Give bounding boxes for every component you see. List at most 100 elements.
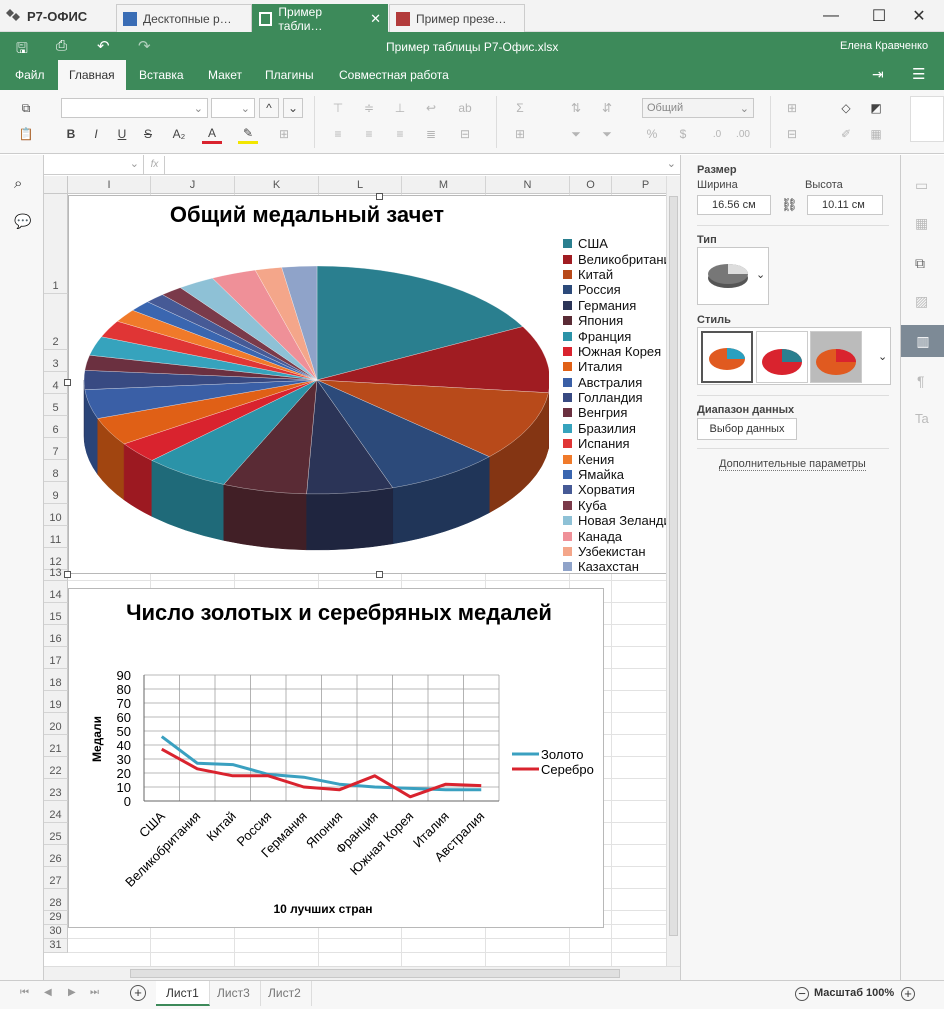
row-header[interactable]: 20: [44, 713, 68, 735]
line-chart[interactable]: Число золотых и серебряных медалей 0 10 20…: [68, 588, 604, 928]
search-icon[interactable]: ⌕: [14, 175, 22, 192]
italic-button[interactable]: I: [86, 124, 106, 144]
column-header[interactable]: I: [68, 176, 151, 194]
first-sheet-icon[interactable]: ⏮: [20, 987, 29, 998]
clear-icon[interactable]: ◇: [836, 98, 856, 118]
underline-button[interactable]: U: [112, 124, 132, 144]
sort-ascending-icon[interactable]: ⇅: [566, 98, 586, 118]
function-icon[interactable]: fx: [145, 156, 165, 174]
undo-icon[interactable]: ↶: [97, 37, 110, 55]
row-header[interactable]: 17: [44, 647, 68, 669]
delete-cells-icon[interactable]: ⊟: [782, 124, 802, 144]
paste-icon[interactable]: 📋: [16, 124, 36, 144]
row-header[interactable]: 5: [44, 394, 68, 416]
sort-descending-icon[interactable]: ⇵: [597, 98, 617, 118]
align-top-icon[interactable]: ⊤: [328, 98, 348, 118]
decrease-decimal-icon[interactable]: .0: [707, 124, 727, 144]
row-header[interactable]: 26: [44, 845, 68, 867]
column-header[interactable]: M: [402, 176, 486, 194]
tab-collaboration[interactable]: Совместная работа: [328, 60, 460, 90]
row-header[interactable]: 3: [44, 350, 68, 372]
vertical-scrollbar[interactable]: [666, 176, 680, 966]
chevron-down-icon[interactable]: ⌄: [878, 350, 887, 363]
row-header[interactable]: 21: [44, 735, 68, 757]
cell-settings-icon[interactable]: ▭: [915, 177, 928, 194]
align-left-icon[interactable]: ≡: [328, 124, 348, 144]
next-sheet-icon[interactable]: ▶: [68, 987, 76, 998]
align-middle-icon[interactable]: ≑: [359, 98, 379, 118]
chart-settings-icon[interactable]: ▥: [901, 325, 944, 357]
row-header[interactable]: 2: [44, 294, 68, 350]
close-icon[interactable]: ✕: [370, 11, 381, 27]
shape-settings-icon[interactable]: ⧉: [915, 255, 925, 272]
link-icon[interactable]: ⛓: [781, 197, 798, 213]
advanced-settings-link[interactable]: Дополнительные параметры: [719, 458, 866, 471]
insert-cells-icon[interactable]: ⊞: [782, 98, 802, 118]
tab-file[interactable]: Файл: [4, 60, 56, 90]
row-header[interactable]: 25: [44, 823, 68, 845]
merge-cells-icon[interactable]: ⊟: [455, 124, 475, 144]
column-header[interactable]: K: [235, 176, 319, 194]
chart-style-gallery[interactable]: ⌄: [697, 327, 891, 385]
formula-input[interactable]: ⌄: [166, 155, 680, 175]
table-settings-icon[interactable]: ▦: [915, 215, 928, 232]
row-header[interactable]: 14: [44, 581, 68, 603]
currency-icon[interactable]: $: [673, 124, 693, 144]
image-settings-icon[interactable]: ▨: [915, 293, 928, 310]
row-header[interactable]: 23: [44, 779, 68, 801]
select-data-button[interactable]: Выбор данных: [697, 418, 797, 440]
copy-icon[interactable]: ⧉: [16, 98, 36, 118]
row-header[interactable]: 11: [44, 526, 68, 548]
sheet-tab-3[interactable]: Лист3: [207, 981, 261, 1006]
style-option-1[interactable]: [701, 331, 753, 383]
row-header[interactable]: 30: [44, 925, 68, 939]
named-ranges-icon[interactable]: ⊞: [510, 124, 530, 144]
row-header[interactable]: 29: [44, 911, 68, 925]
column-header[interactable]: O: [570, 176, 612, 194]
decrease-font-button[interactable]: ⌄: [283, 98, 303, 118]
resize-handle[interactable]: [376, 571, 383, 578]
minimize-button[interactable]: —: [808, 0, 854, 32]
clear-filter-icon[interactable]: ⏷: [597, 124, 617, 144]
sum-icon[interactable]: Σ: [510, 98, 530, 118]
row-header[interactable]: 22: [44, 757, 68, 779]
font-color-button[interactable]: A: [202, 124, 222, 144]
row-header[interactable]: 16: [44, 625, 68, 647]
spreadsheet-grid[interactable]: IJKLMNOP 1 2 3 4 5 6 7 8 9 10 11 12 13 14 15 16 17 18 19 20…: [44, 176, 680, 966]
chart-type-select[interactable]: ⌄: [697, 247, 769, 305]
sheet-tab-2[interactable]: Лист2: [258, 981, 312, 1006]
row-header[interactable]: 19: [44, 691, 68, 713]
column-header[interactable]: J: [151, 176, 235, 194]
add-sheet-icon[interactable]: +: [130, 985, 146, 1001]
row-header[interactable]: 24: [44, 801, 68, 823]
row-header[interactable]: 15: [44, 603, 68, 625]
tab-spreadsheet[interactable]: Пример табли… ✕: [252, 4, 388, 33]
font-size-select[interactable]: ⌄: [211, 98, 255, 118]
prev-sheet-icon[interactable]: ◀: [44, 987, 52, 998]
justify-icon[interactable]: ≣: [421, 124, 441, 144]
align-bottom-icon[interactable]: ⊥: [390, 98, 410, 118]
row-header[interactable]: 7: [44, 438, 68, 460]
tab-home[interactable]: Главная: [58, 60, 126, 90]
tab-presentation[interactable]: Пример презе…: [389, 4, 525, 32]
number-format-select[interactable]: Общий ⌄: [642, 98, 754, 118]
column-header[interactable]: N: [486, 176, 570, 194]
increase-font-button[interactable]: ^: [259, 98, 279, 118]
tab-layout[interactable]: Макет: [197, 60, 253, 90]
increase-decimal-icon[interactable]: .00: [733, 124, 753, 144]
row-header[interactable]: 18: [44, 669, 68, 691]
height-input[interactable]: 10.11 см: [807, 195, 883, 215]
width-input[interactable]: 16.56 см: [697, 195, 771, 215]
last-sheet-icon[interactable]: ⏭: [90, 987, 99, 998]
bold-button[interactable]: B: [61, 124, 81, 144]
borders-icon[interactable]: ⊞: [274, 124, 294, 144]
print-icon[interactable]: ⎙: [56, 37, 67, 54]
zoom-out-icon[interactable]: −: [795, 987, 809, 1001]
filter-icon[interactable]: ⏷: [566, 124, 586, 144]
close-window-button[interactable]: ✕: [896, 0, 942, 32]
tab-documents[interactable]: Десктопные р…: [116, 4, 252, 32]
column-header[interactable]: L: [319, 176, 402, 194]
horizontal-scrollbar[interactable]: [44, 966, 680, 980]
scrollbar-thumb[interactable]: [669, 196, 678, 936]
name-box[interactable]: ⌄: [44, 155, 144, 175]
